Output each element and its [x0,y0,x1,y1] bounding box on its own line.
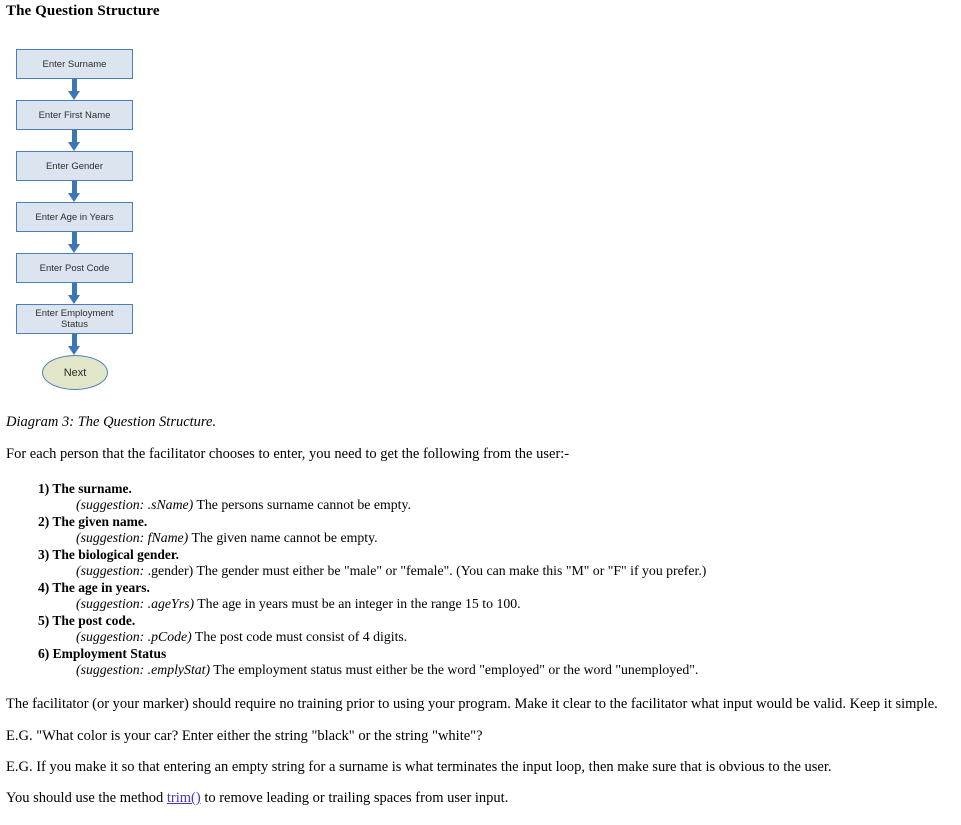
flow-node-enter-post-code: Enter Post Code [16,253,133,283]
requirement-suggestion: (suggestion: .ageYrs) The age in years m… [76,596,938,613]
example-one-paragraph: E.G. "What color is your car? Enter eith… [6,728,483,744]
requirement-heading: 1) The surname. [38,481,132,496]
suggestion-text: The persons surname cannot be empty. [193,497,411,513]
suggestion-text: .gender) The gender must either be "male… [144,563,707,579]
requirements-list: 1) The surname. (suggestion: .sName) The… [38,481,938,679]
requirement-heading: 6) Employment Status [38,646,167,661]
flow-node-label: Enter First Name [38,109,111,121]
flow-node-label-line2: Status [61,319,88,330]
flow-node-label: Enter Gender [45,160,104,172]
flow-node-label: Enter Post Code [39,262,110,274]
flow-node-enter-employment-status: Enter Employment Status [16,304,133,334]
diagram-caption: Diagram 3: The Question Structure. [6,414,217,430]
suggestion-tag: (suggestion: .ageYrs) [76,596,195,612]
document-page: The Question Structure Enter Surname Ent… [0,0,961,825]
requirement-heading: 4) The age in years. [38,580,150,595]
arrow-head-icon [68,295,80,304]
suggestion-tag: (suggestion: .pCode) [76,629,192,645]
page-title: The Question Structure [6,3,160,19]
flow-node-label-line1: Enter Employment [35,308,114,319]
flow-arrow-4 [16,232,133,253]
flow-node-enter-gender: Enter Gender [16,151,133,181]
question-structure-flowchart: Enter Surname Enter First Name Enter Gen… [16,49,216,390]
intro-paragraph: For each person that the facilitator cho… [6,446,570,462]
suggestion-text: The employment status must either be the… [210,662,699,678]
flow-arrow-2 [16,130,133,151]
facilitator-note-paragraph: The facilitator (or your marker) should … [6,696,938,712]
flow-arrow-1 [16,79,133,100]
requirement-suggestion: (suggestion: fName) The given name canno… [76,530,938,547]
arrow-head-icon [68,91,80,100]
requirement-heading: 2) The given name. [38,514,148,529]
flow-node-enter-age-in-years: Enter Age in Years [16,202,133,232]
trim-suffix-text: to remove leading or trailing spaces fro… [200,790,509,806]
flow-node-label: Enter Age in Years [35,211,114,223]
flow-node-label: Next [63,366,87,379]
flow-node-enter-surname: Enter Surname [16,49,133,79]
list-item: 2) The given name. (suggestion: fName) T… [38,514,938,547]
list-item: 5) The post code. (suggestion: .pCode) T… [38,613,938,646]
list-item: 6) Employment Status (suggestion: .emply… [38,646,938,679]
arrow-head-icon [68,142,80,151]
requirement-suggestion: (suggestion: .sName) The persons surname… [76,497,938,514]
suggestion-tag: (suggestion: fName) [76,530,189,546]
flow-node-enter-first-name: Enter First Name [16,100,133,130]
flow-arrow-6 [16,334,133,355]
flow-node-label: Enter Surname [42,58,107,70]
example-two-paragraph: E.G. If you make it so that entering an … [6,759,832,775]
trim-method-paragraph: You should use the method trim() to remo… [6,790,508,807]
list-item: 4) The age in years. (suggestion: .ageYr… [38,580,938,613]
suggestion-text: The age in years must be an integer in t… [194,596,521,612]
trim-method-link[interactable]: trim() [167,790,201,806]
requirement-suggestion: (suggestion: .emplyStat) The employment … [76,662,938,679]
requirement-suggestion: (suggestion: .pCode) The post code must … [76,629,938,646]
list-item: 3) The biological gender. (suggestion: .… [38,547,938,580]
flow-node-next: Next [42,355,108,390]
list-item: 1) The surname. (suggestion: .sName) The… [38,481,938,514]
suggestion-text: The post code must consist of 4 digits. [191,629,408,645]
trim-prefix-text: You should use the method [6,790,167,806]
flow-arrow-3 [16,181,133,202]
suggestion-text: The given name cannot be empty. [188,530,378,546]
requirement-heading: 3) The biological gender. [38,547,180,562]
flow-arrow-5 [16,283,133,304]
arrow-head-icon [68,193,80,202]
requirement-suggestion: (suggestion: .gender) The gender must ei… [76,563,938,580]
requirement-heading: 5) The post code. [38,613,136,628]
suggestion-tag: (suggestion: .emplyStat) [76,662,211,678]
arrow-head-icon [68,244,80,253]
suggestion-tag: (suggestion: [76,563,145,579]
arrow-head-icon [68,346,80,355]
suggestion-tag: (suggestion: .sName) [76,497,194,513]
